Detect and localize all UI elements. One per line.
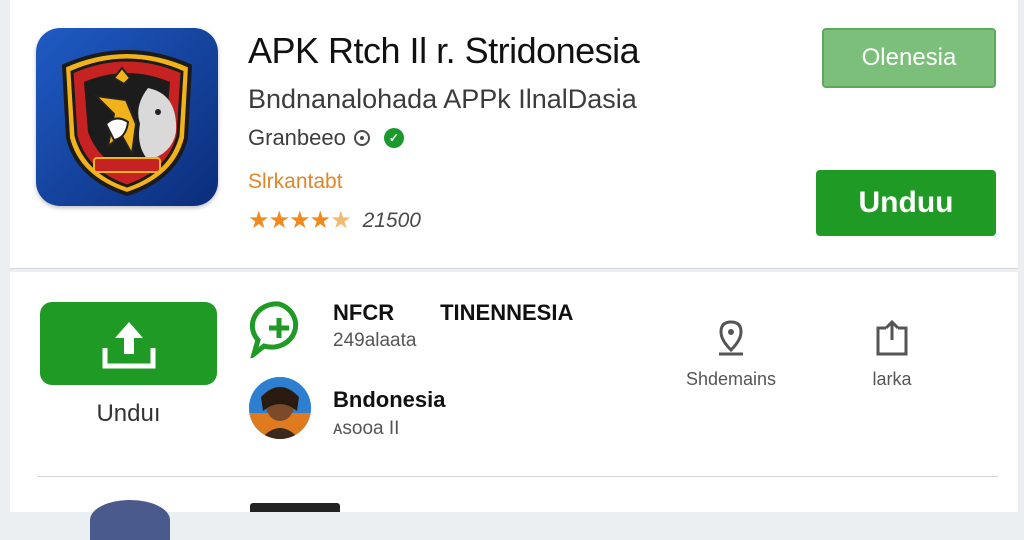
list-item-title-part-a: NFCR — [333, 300, 395, 325]
download-tile-label: Unduı — [96, 400, 161, 427]
verified-badge-icon: ✓ — [383, 128, 404, 148]
rating-stars-icon: ★★★★★ — [248, 207, 352, 234]
app-subtitle: Bndnanalohada APPk IlnalDasia — [248, 84, 637, 114]
action-share[interactable]: larka — [840, 318, 944, 390]
app-category[interactable]: Slrkantabt — [248, 170, 343, 194]
share-box-icon — [876, 319, 908, 356]
next-item-avatar — [90, 500, 170, 540]
action-location[interactable]: Shdemains — [676, 318, 786, 390]
language-button[interactable]: Olenesia — [822, 28, 996, 88]
action-share-label: larka — [872, 369, 912, 389]
list-item-subtitle: 249alaata — [333, 330, 417, 351]
list-item-title[interactable]: Bndonesia — [333, 387, 445, 413]
avatar[interactable] — [249, 377, 311, 439]
developer-row: Granbeeo ✓ — [248, 125, 404, 151]
garuda-emblem-icon — [61, 50, 193, 197]
app-title: APK Rtch Il r. Stridonesia — [248, 30, 640, 71]
rating-row: ★★★★★ 21500 — [248, 206, 421, 235]
chat-plus-icon[interactable] — [249, 300, 308, 363]
list-item-title-part-b: TINENNESIA — [440, 300, 574, 325]
developer-name[interactable]: Granbeeo — [248, 125, 346, 151]
rating-count: 21500 — [362, 208, 421, 232]
action-location-label: Shdemains — [685, 369, 777, 389]
download-tile-button[interactable] — [40, 302, 217, 385]
info-icon — [353, 130, 370, 146]
app-icon[interactable] — [36, 28, 218, 206]
location-pin-icon — [719, 320, 743, 356]
section-divider — [38, 476, 998, 477]
list-item-title[interactable]: NFCR TINENNESIA — [333, 300, 573, 326]
download-upload-icon — [102, 321, 155, 368]
list-item-subtitle: ᴀsooa II — [333, 418, 400, 439]
install-button[interactable]: Unduu — [816, 170, 996, 236]
next-item-title-cropped — [250, 503, 340, 512]
